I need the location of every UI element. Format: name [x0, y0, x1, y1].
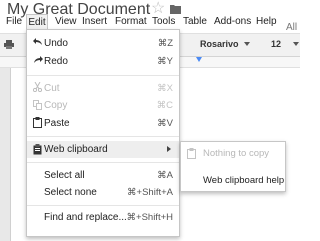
find-replace-shortcut: ⌘+Shift+H	[126, 212, 173, 223]
menu-format[interactable]: Format	[115, 16, 147, 27]
menu-insert[interactable]: Insert	[82, 16, 107, 27]
chevron-down-icon[interactable]	[293, 42, 299, 46]
menu-edit[interactable]: Edit	[26, 14, 48, 30]
menu-help[interactable]: Help	[256, 16, 277, 27]
nothing-to-copy-item: Nothing to copy	[203, 148, 270, 159]
find-replace-item[interactable]: Find and replace...	[44, 212, 127, 223]
select-all-item[interactable]: Select all	[44, 170, 85, 181]
clipboard-icon	[187, 148, 196, 159]
cut-item[interactable]: Cut	[44, 83, 60, 94]
cut-shortcut: ⌘X	[157, 83, 173, 94]
menu-file[interactable]: File	[6, 16, 22, 27]
print-icon[interactable]	[4, 40, 14, 49]
indent-marker-icon[interactable]	[196, 57, 202, 62]
redo-icon	[34, 56, 43, 63]
select-none-item[interactable]: Select none	[44, 187, 97, 198]
select-all-shortcut: ⌘A	[157, 170, 173, 181]
submenu-arrow-icon	[167, 146, 171, 152]
select-none-shortcut: ⌘+Shift+A	[127, 187, 173, 198]
chevron-down-icon[interactable]	[244, 42, 250, 46]
undo-item[interactable]: Undo	[44, 38, 68, 49]
menu-separator	[27, 75, 179, 76]
redo-item[interactable]: Redo	[44, 56, 68, 67]
paste-item[interactable]: Paste	[44, 118, 70, 129]
web-clipboard-icon	[33, 144, 42, 155]
menu-view[interactable]: View	[55, 16, 77, 27]
save-status: All	[286, 22, 298, 33]
web-clipboard-item[interactable]: Web clipboard	[44, 144, 108, 155]
menu-separator	[27, 136, 179, 137]
copy-shortcut: ⌘C	[156, 100, 173, 111]
font-size-select[interactable]: 12	[262, 35, 290, 54]
copy-icon	[33, 100, 42, 110]
scissors-icon	[33, 82, 42, 92]
menu-separator	[27, 162, 179, 163]
menu-separator	[27, 205, 179, 206]
copy-item[interactable]: Copy	[44, 100, 67, 111]
redo-shortcut: ⌘Y	[157, 56, 173, 67]
paste-shortcut: ⌘V	[157, 118, 173, 129]
folder-icon[interactable]	[170, 4, 181, 14]
undo-shortcut: ⌘Z	[157, 38, 173, 49]
menu-tools[interactable]: Tools	[152, 16, 175, 27]
undo-icon	[33, 38, 42, 45]
web-clipboard-help-item[interactable]: Web clipboard help	[203, 175, 284, 186]
menu-addons[interactable]: Add-ons	[214, 16, 251, 27]
menu-table[interactable]: Table	[183, 16, 207, 27]
paste-icon	[33, 117, 42, 128]
